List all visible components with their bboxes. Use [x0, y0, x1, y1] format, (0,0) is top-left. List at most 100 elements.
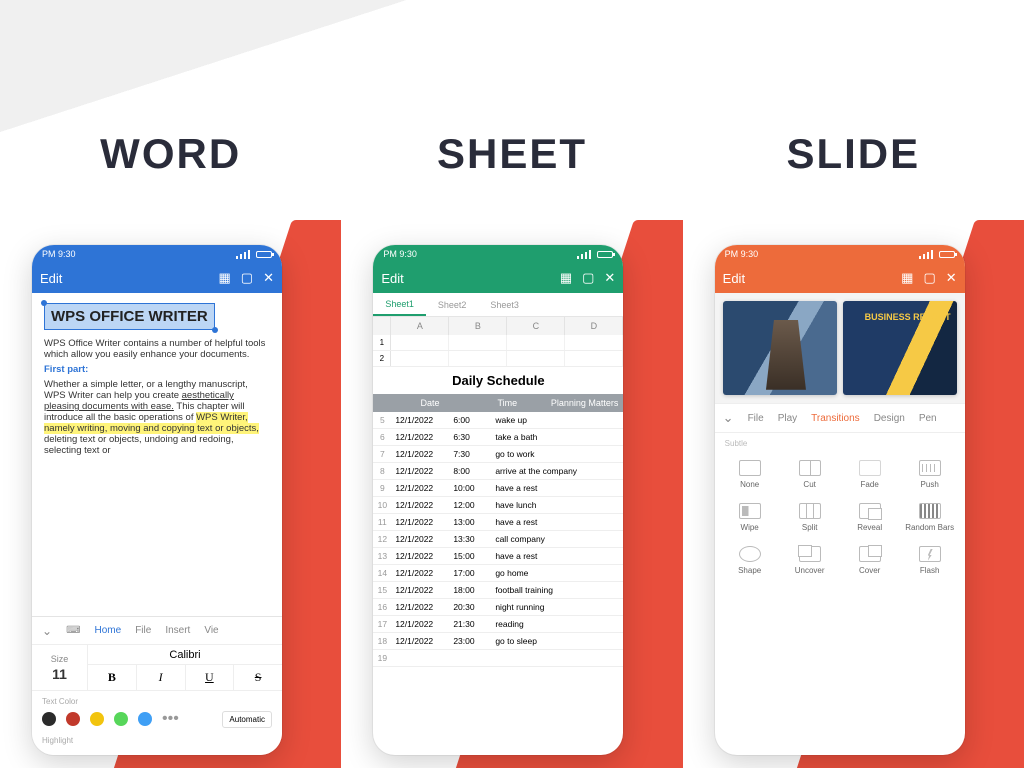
transition-icon	[919, 460, 941, 476]
status-time: PM 9:30	[725, 249, 759, 259]
schedule-row[interactable]: 1512/1/202218:00football training	[373, 582, 623, 599]
transition-reveal[interactable]: Reveal	[841, 497, 899, 538]
phone-sheet: PM 9:30 Edit ▦ ▢ ✕ Sheet1Sheet2Sheet3 A …	[373, 245, 623, 755]
phone-slide: PM 9:30 Edit ▦ ▢ ✕ BUSINESS REPORT ⌄ Fil…	[715, 245, 965, 755]
transition-random-bars[interactable]: Random Bars	[901, 497, 959, 538]
schedule-row[interactable]: 1412/1/202217:00go home	[373, 565, 623, 582]
word-tab[interactable]: Vie	[204, 625, 218, 636]
color-swatch[interactable]	[138, 712, 152, 726]
slide-thumb-1[interactable]	[723, 301, 837, 395]
highlight-label: Highlight	[42, 736, 272, 745]
color-swatch[interactable]	[66, 712, 80, 726]
transition-icon	[859, 503, 881, 519]
document-area[interactable]: WPS OFFICE WRITER WPS Office Writer cont…	[32, 293, 282, 616]
grid-icon[interactable]: ▦	[560, 270, 572, 286]
slide-tab[interactable]: Play	[778, 413, 797, 424]
schedule-row[interactable]: 1312/1/202215:00have a rest	[373, 548, 623, 565]
transition-uncover[interactable]: Uncover	[781, 540, 839, 581]
page-icon[interactable]: ▢	[241, 270, 253, 286]
schedule-row[interactable]: 19	[373, 650, 623, 667]
word-tab[interactable]: Home	[95, 625, 122, 636]
close-icon[interactable]: ✕	[263, 270, 274, 286]
spreadsheet-row[interactable]: 1	[373, 335, 623, 351]
chevron-down-icon[interactable]: ⌄	[42, 624, 52, 638]
transition-icon	[799, 503, 821, 519]
titlebar: Edit ▦ ▢ ✕	[32, 263, 282, 293]
sheet-tab[interactable]: Sheet3	[478, 293, 531, 316]
transition-push[interactable]: Push	[901, 454, 959, 495]
transition-wipe[interactable]: Wipe	[721, 497, 779, 538]
word-tab[interactable]: File	[135, 625, 151, 636]
status-bar: PM 9:30	[715, 245, 965, 263]
automatic-color[interactable]: Automatic	[222, 711, 272, 728]
signal-icon	[919, 250, 933, 259]
color-swatch[interactable]	[42, 712, 56, 726]
schedule-row[interactable]: 1212/1/202213:30call company	[373, 531, 623, 548]
slide-tab[interactable]: Pen	[919, 413, 937, 424]
schedule-row[interactable]: 1612/1/202220:30night running	[373, 599, 623, 616]
sheet-tabs: Sheet1Sheet2Sheet3	[373, 293, 623, 317]
bold-button[interactable]: B	[88, 665, 137, 690]
font-size-box[interactable]: Size 11	[32, 645, 88, 690]
status-time: PM 9:30	[42, 249, 76, 259]
schedule-row[interactable]: 612/1/20226:30take a bath	[373, 429, 623, 446]
panel-title-word: WORD	[0, 130, 341, 178]
more-colors[interactable]: •••	[162, 710, 179, 728]
color-swatch[interactable]	[90, 712, 104, 726]
close-icon[interactable]: ✕	[946, 270, 957, 286]
transition-flash[interactable]: Flash	[901, 540, 959, 581]
sheet-tab[interactable]: Sheet2	[426, 293, 479, 316]
chevron-down-icon[interactable]: ⌄	[723, 410, 734, 426]
transition-icon	[859, 546, 881, 562]
underline-button[interactable]: U	[186, 665, 235, 690]
schedule-row[interactable]: 912/1/202210:00have a rest	[373, 480, 623, 497]
transition-cut[interactable]: Cut	[781, 454, 839, 495]
font-name[interactable]: Calibri	[88, 645, 282, 665]
strike-button[interactable]: S	[234, 665, 282, 690]
schedule-row[interactable]: 1812/1/202223:00go to sleep	[373, 633, 623, 650]
edit-label[interactable]: Edit	[381, 271, 403, 286]
panel-title-slide: SLIDE	[683, 130, 1024, 178]
transition-icon	[739, 503, 761, 519]
schedule-row[interactable]: 512/1/20226:00wake up	[373, 412, 623, 429]
transition-cover[interactable]: Cover	[841, 540, 899, 581]
page-icon[interactable]: ▢	[582, 270, 594, 286]
slide-tab[interactable]: Design	[874, 413, 905, 424]
sheet-tab[interactable]: Sheet1	[373, 293, 426, 316]
spreadsheet-row[interactable]: 2	[373, 351, 623, 367]
transition-icon	[799, 546, 821, 562]
battery-icon	[597, 251, 613, 258]
page-icon[interactable]: ▢	[923, 270, 935, 286]
italic-button[interactable]: I	[137, 665, 186, 690]
slide-thumb-2[interactable]: BUSINESS REPORT	[843, 301, 957, 395]
schedule-row[interactable]: 1112/1/202213:00have a rest	[373, 514, 623, 531]
edit-label[interactable]: Edit	[723, 271, 745, 286]
schedule-row[interactable]: 1712/1/202221:30reading	[373, 616, 623, 633]
schedule-header: Date Time Planning Matters	[373, 394, 623, 412]
transition-none[interactable]: None	[721, 454, 779, 495]
text-color-label: Text Color	[42, 697, 272, 706]
slide-tab[interactable]: File	[748, 413, 764, 424]
close-icon[interactable]: ✕	[604, 270, 615, 286]
schedule-row[interactable]: 812/1/20228:00arrive at the company	[373, 463, 623, 480]
schedule-row[interactable]: 712/1/20227:30go to work	[373, 446, 623, 463]
edit-label[interactable]: Edit	[40, 271, 62, 286]
transition-split[interactable]: Split	[781, 497, 839, 538]
word-tabs: ⌄ ⌨ Home File Insert Vie	[32, 617, 282, 645]
grid-icon[interactable]: ▦	[901, 270, 913, 286]
doc-intro: WPS Office Writer contains a number of h…	[44, 338, 270, 360]
status-time: PM 9:30	[383, 249, 417, 259]
color-swatch[interactable]	[114, 712, 128, 726]
keyboard-icon[interactable]: ⌨	[66, 625, 80, 636]
slide-tab[interactable]: Transitions	[811, 413, 860, 424]
transition-fade[interactable]: Fade	[841, 454, 899, 495]
transition-shape[interactable]: Shape	[721, 540, 779, 581]
column-headers: A B C D	[373, 317, 623, 335]
transition-icon	[859, 460, 881, 476]
slide-tabs: ⌄ File Play Transitions Design Pen	[715, 403, 965, 433]
transition-icon	[919, 546, 941, 562]
grid-icon[interactable]: ▦	[219, 270, 231, 286]
text-selection[interactable]: WPS OFFICE WRITER	[44, 303, 215, 330]
schedule-row[interactable]: 1012/1/202212:00have lunch	[373, 497, 623, 514]
word-tab[interactable]: Insert	[165, 625, 190, 636]
